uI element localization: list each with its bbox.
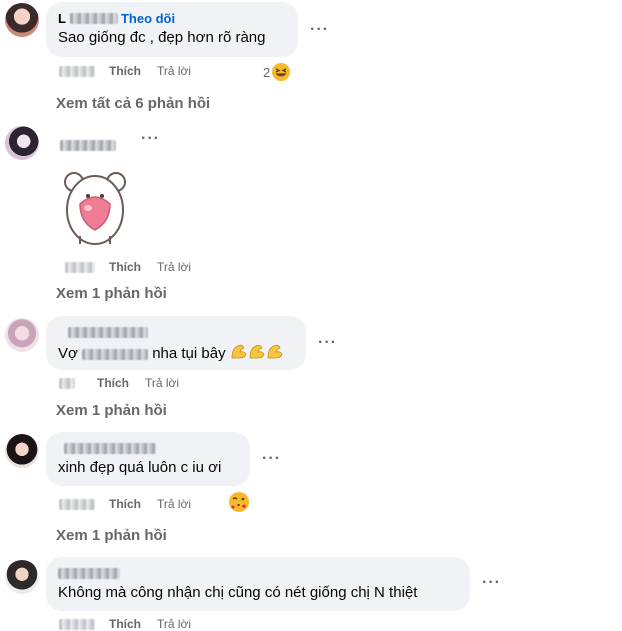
timestamp-blurred [59,65,95,77]
face-blowing-kiss-icon[interactable] [228,491,250,513]
reply-button[interactable]: Trả lời [157,260,191,274]
view-replies-link[interactable]: Xem 1 phản hồi [56,285,167,302]
comment-author[interactable] [58,324,294,340]
comment-actions: Thích Trả lời [59,617,191,631]
timestamp-blurred [59,377,75,389]
comment-bubble: L Theo dõi Sao giống đc , đẹp hơn rõ ràn… [46,2,298,57]
comment-actions: Thích Trả lời [59,497,191,511]
bear-holding-heart-sticker [64,172,126,245]
comment-text-start: Vợ [58,344,78,362]
reply-button[interactable]: Trả lời [157,64,191,78]
like-button[interactable]: Thích [109,497,141,511]
comment-text: xinh đẹp quá luôn c iu ơi [58,459,222,476]
timestamp-blurred [65,261,95,273]
more-options-icon[interactable]: ··· [310,22,329,38]
comment-text: Vợ nha tụi bây [58,342,294,366]
reply-button[interactable]: Trả lời [145,376,179,390]
view-replies-link[interactable]: Xem 1 phản hồi [56,527,167,544]
author-name-blurred [58,567,120,579]
like-button[interactable]: Thích [97,376,129,390]
comment-text: Không mà công nhận chị cũng có nét giống… [58,584,418,601]
comment-author[interactable]: L Theo dõi [58,10,286,26]
timestamp-blurred [59,618,95,630]
view-replies-link[interactable]: Xem tất cả 6 phản hồi [56,95,210,112]
author-name-blurred [64,442,156,454]
comment-text: Sao giống đc , đẹp hơn rõ ràng [58,29,266,46]
laughing-face-icon [272,63,291,81]
comment-author[interactable] [58,440,238,456]
comment-bubble: xinh đẹp quá luôn c iu ơi [46,432,250,486]
author-name-blurred [69,12,118,24]
flexed-biceps-icon [230,342,284,366]
comment-actions: Thích Trả lời [59,376,179,390]
avatar[interactable] [5,3,39,37]
comment-author[interactable] [58,565,458,581]
comment-author[interactable] [60,137,116,155]
like-button[interactable]: Thích [109,260,141,274]
more-options-icon[interactable]: ··· [482,575,501,591]
avatar[interactable] [5,434,39,468]
comment-actions: Thích Trả lời [65,260,191,274]
author-name[interactable]: L [58,11,66,26]
reaction-summary[interactable]: 2 [263,62,291,82]
author-name-blurred [68,326,148,338]
timestamp-blurred [59,498,95,510]
reaction-count: 2 [263,64,271,80]
comment-bubble: Vợ nha tụi bây [46,316,306,370]
view-replies-link[interactable]: Xem 1 phản hồi [56,402,167,419]
text-blurred [82,348,149,360]
reply-button[interactable]: Trả lời [157,497,191,511]
more-options-icon[interactable]: ··· [262,451,281,467]
like-button[interactable]: Thích [109,64,141,78]
avatar[interactable] [5,126,39,160]
comment-text-end: nha tụi bây [152,344,226,362]
follow-link[interactable]: Theo dõi [121,11,175,26]
author-name-blurred [60,140,116,152]
avatar[interactable] [5,560,39,594]
avatar[interactable] [5,318,39,352]
more-options-icon[interactable]: ··· [141,131,160,147]
reply-button[interactable]: Trả lời [157,617,191,631]
like-button[interactable]: Thích [109,617,141,631]
more-options-icon[interactable]: ··· [318,335,337,351]
comment-actions: Thích Trả lời [59,64,191,78]
comment-bubble: Không mà công nhận chị cũng có nét giống… [46,557,470,611]
